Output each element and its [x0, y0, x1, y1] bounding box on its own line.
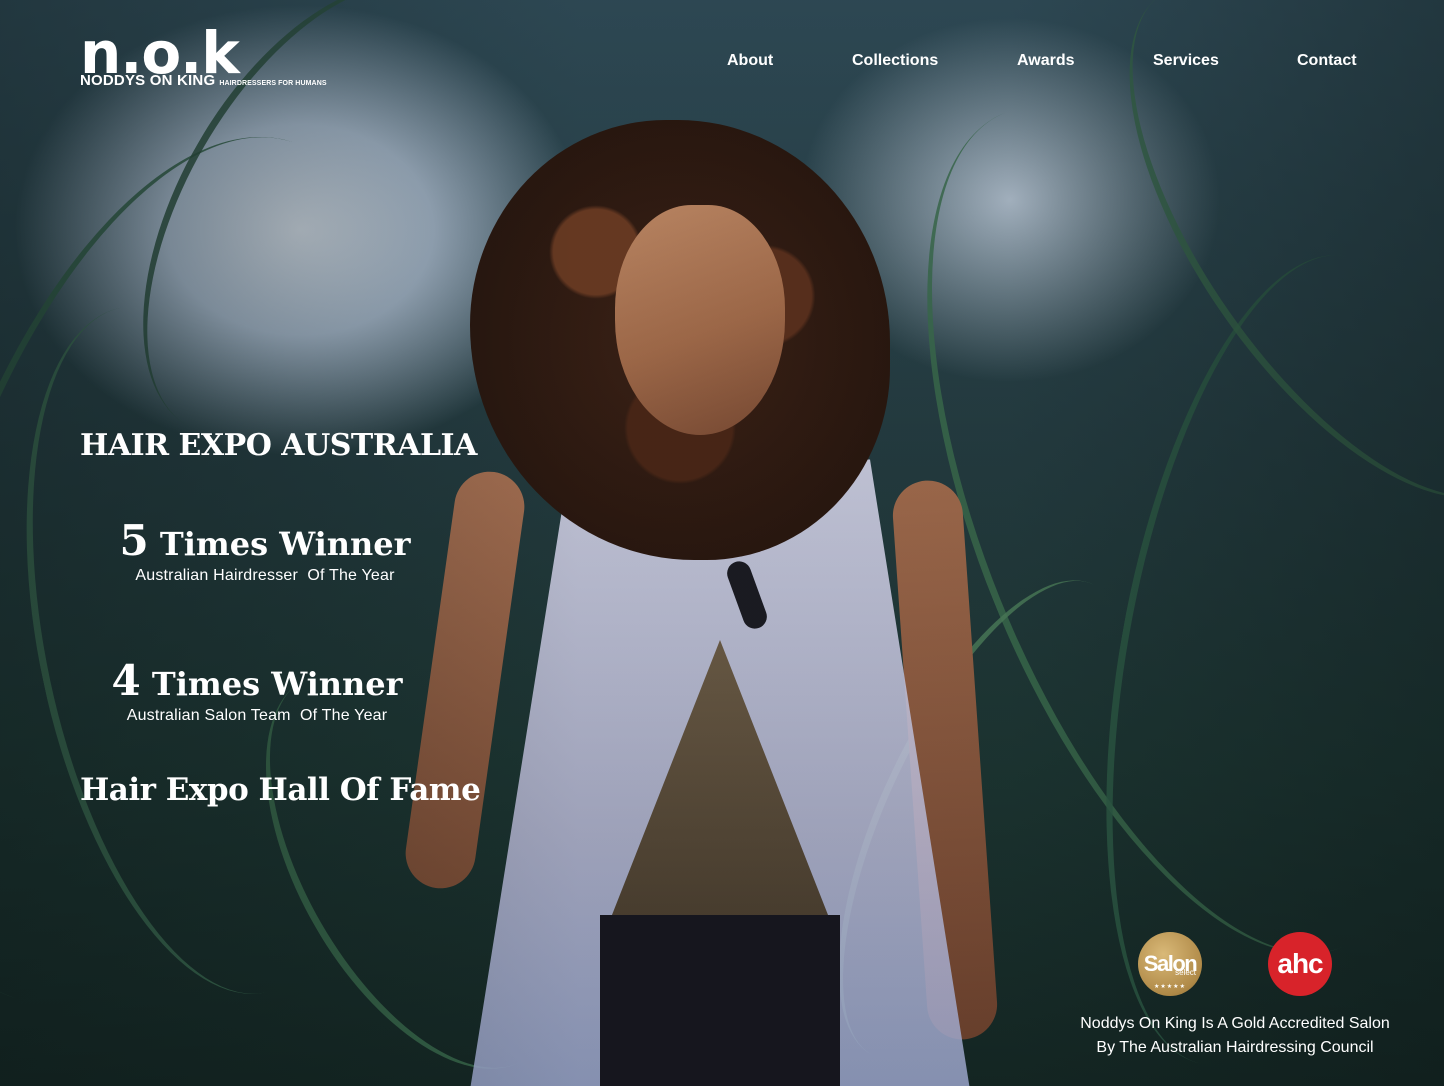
- award-label: Times Winner: [151, 665, 403, 703]
- hall-of-fame-title: Hair Expo Hall Of Fame: [80, 772, 481, 808]
- logo-name: NODDYS ON KING: [80, 72, 216, 89]
- award-headline: 4 Times Winner: [72, 658, 442, 707]
- awards-title: HAIR EXPO AUSTRALIA: [80, 428, 477, 463]
- award-block: 5 Times Winner Australian Hairdresser Of…: [80, 518, 450, 585]
- salon-select-badge-icon[interactable]: Salon select ★★★★★: [1138, 932, 1202, 996]
- accreditation-line-2: By The Australian Hairdressing Council: [1096, 1039, 1374, 1056]
- award-subtitle: Australian Hairdresser Of The Year: [135, 567, 395, 584]
- award-block: 4 Times Winner Australian Salon Team Of …: [72, 658, 442, 725]
- award-count: 5: [119, 516, 149, 565]
- main-nav: About Collections Awards Services Contac…: [0, 50, 1444, 72]
- nav-contact[interactable]: Contact: [1297, 50, 1357, 72]
- award-subtitle: Australian Salon Team Of The Year: [126, 707, 388, 724]
- logo-tagline: HAIRDRESSERS FOR HUMANS: [219, 80, 327, 87]
- accreditation-text: Noddys On King Is A Gold Accredited Salo…: [1050, 1012, 1420, 1060]
- logo-subline: NODDYS ON KING HAIRDRESSERS FOR HUMANS: [80, 72, 327, 89]
- nav-awards[interactable]: Awards: [1017, 50, 1075, 72]
- award-headline: 5 Times Winner: [80, 518, 450, 567]
- award-count: 4: [111, 656, 141, 705]
- nav-collections[interactable]: Collections: [852, 50, 938, 72]
- award-label: Times Winner: [159, 525, 411, 563]
- salon-badge-stars: ★★★★★: [1154, 984, 1186, 990]
- ahc-badge-text: ahc: [1277, 948, 1323, 979]
- ahc-badge-icon[interactable]: ahc: [1268, 932, 1332, 996]
- nav-services[interactable]: Services: [1153, 50, 1219, 72]
- accreditation-line-1: Noddys On King Is A Gold Accredited Salo…: [1080, 1015, 1390, 1032]
- salon-badge-subtext: select: [1175, 968, 1196, 977]
- nav-about[interactable]: About: [727, 50, 773, 72]
